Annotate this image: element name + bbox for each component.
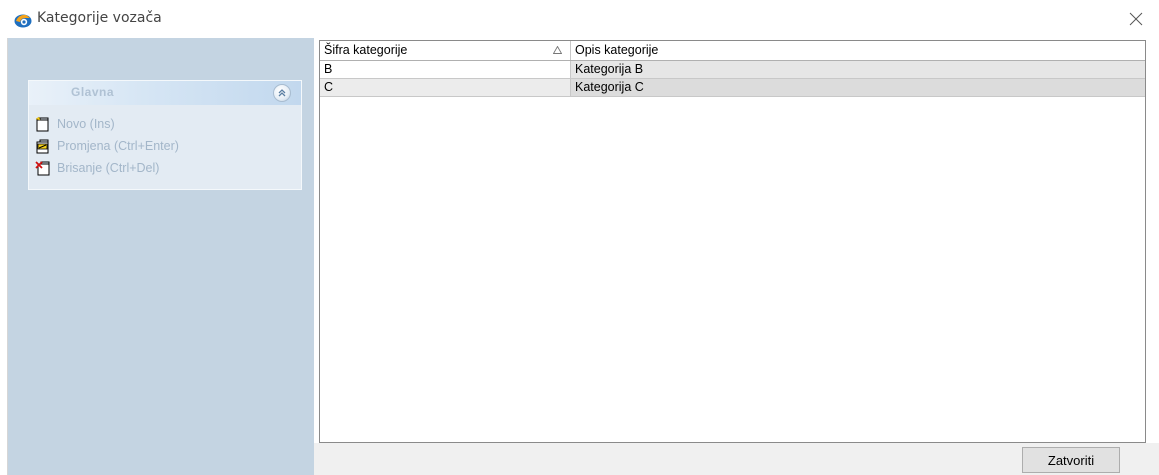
task-sidebar: Glavna Novo (Ins) Promjena (Ctrl+Enter) … [8, 38, 314, 475]
sort-ascending-icon [553, 46, 562, 54]
collapse-group-button[interactable] [273, 84, 291, 102]
window-title: Kategorije vozača [37, 10, 162, 26]
task-group-header[interactable]: Glavna [29, 81, 301, 105]
cell-code[interactable]: B [320, 61, 571, 78]
table-row[interactable]: C Kategorija C [320, 79, 1145, 97]
chevron-up-double-icon [278, 89, 286, 97]
task-delete[interactable]: Brisanje (Ctrl+Del) [35, 159, 159, 177]
categories-grid[interactable]: Šifra kategorije Opis kategorije B Kateg… [319, 40, 1146, 443]
title-bar: Kategorije vozača [0, 0, 1159, 38]
column-header-description[interactable]: Opis kategorije [571, 41, 1145, 60]
column-header-code-label: Šifra kategorije [324, 43, 408, 57]
close-button[interactable]: Zatvoriti [1022, 447, 1120, 473]
task-edit-label: Promjena (Ctrl+Enter) [57, 139, 179, 153]
new-document-icon [35, 116, 49, 132]
column-header-code[interactable]: Šifra kategorije [320, 41, 571, 60]
task-group-main: Glavna Novo (Ins) Promjena (Ctrl+Enter) … [28, 80, 302, 190]
window-close-button[interactable] [1113, 0, 1159, 38]
task-delete-label: Brisanje (Ctrl+Del) [57, 161, 160, 175]
table-row[interactable]: B Kategorija B [320, 61, 1145, 79]
cell-description[interactable]: Kategorija B [571, 61, 1145, 78]
delete-document-icon [35, 161, 50, 176]
task-group-title: Glavna [71, 85, 115, 99]
task-new-label: Novo (Ins) [57, 117, 115, 131]
column-header-description-label: Opis kategorije [575, 43, 659, 57]
grid-header: Šifra kategorije Opis kategorije [320, 41, 1145, 61]
task-edit[interactable]: Promjena (Ctrl+Enter) [35, 137, 179, 155]
cell-description[interactable]: Kategorija C [571, 79, 1145, 96]
edit-document-icon [36, 139, 49, 154]
app-logo-icon [14, 14, 32, 28]
window-left-edge [0, 38, 8, 475]
cell-code[interactable]: C [320, 79, 571, 96]
task-new[interactable]: Novo (Ins) [35, 115, 115, 133]
close-icon [1129, 12, 1143, 26]
